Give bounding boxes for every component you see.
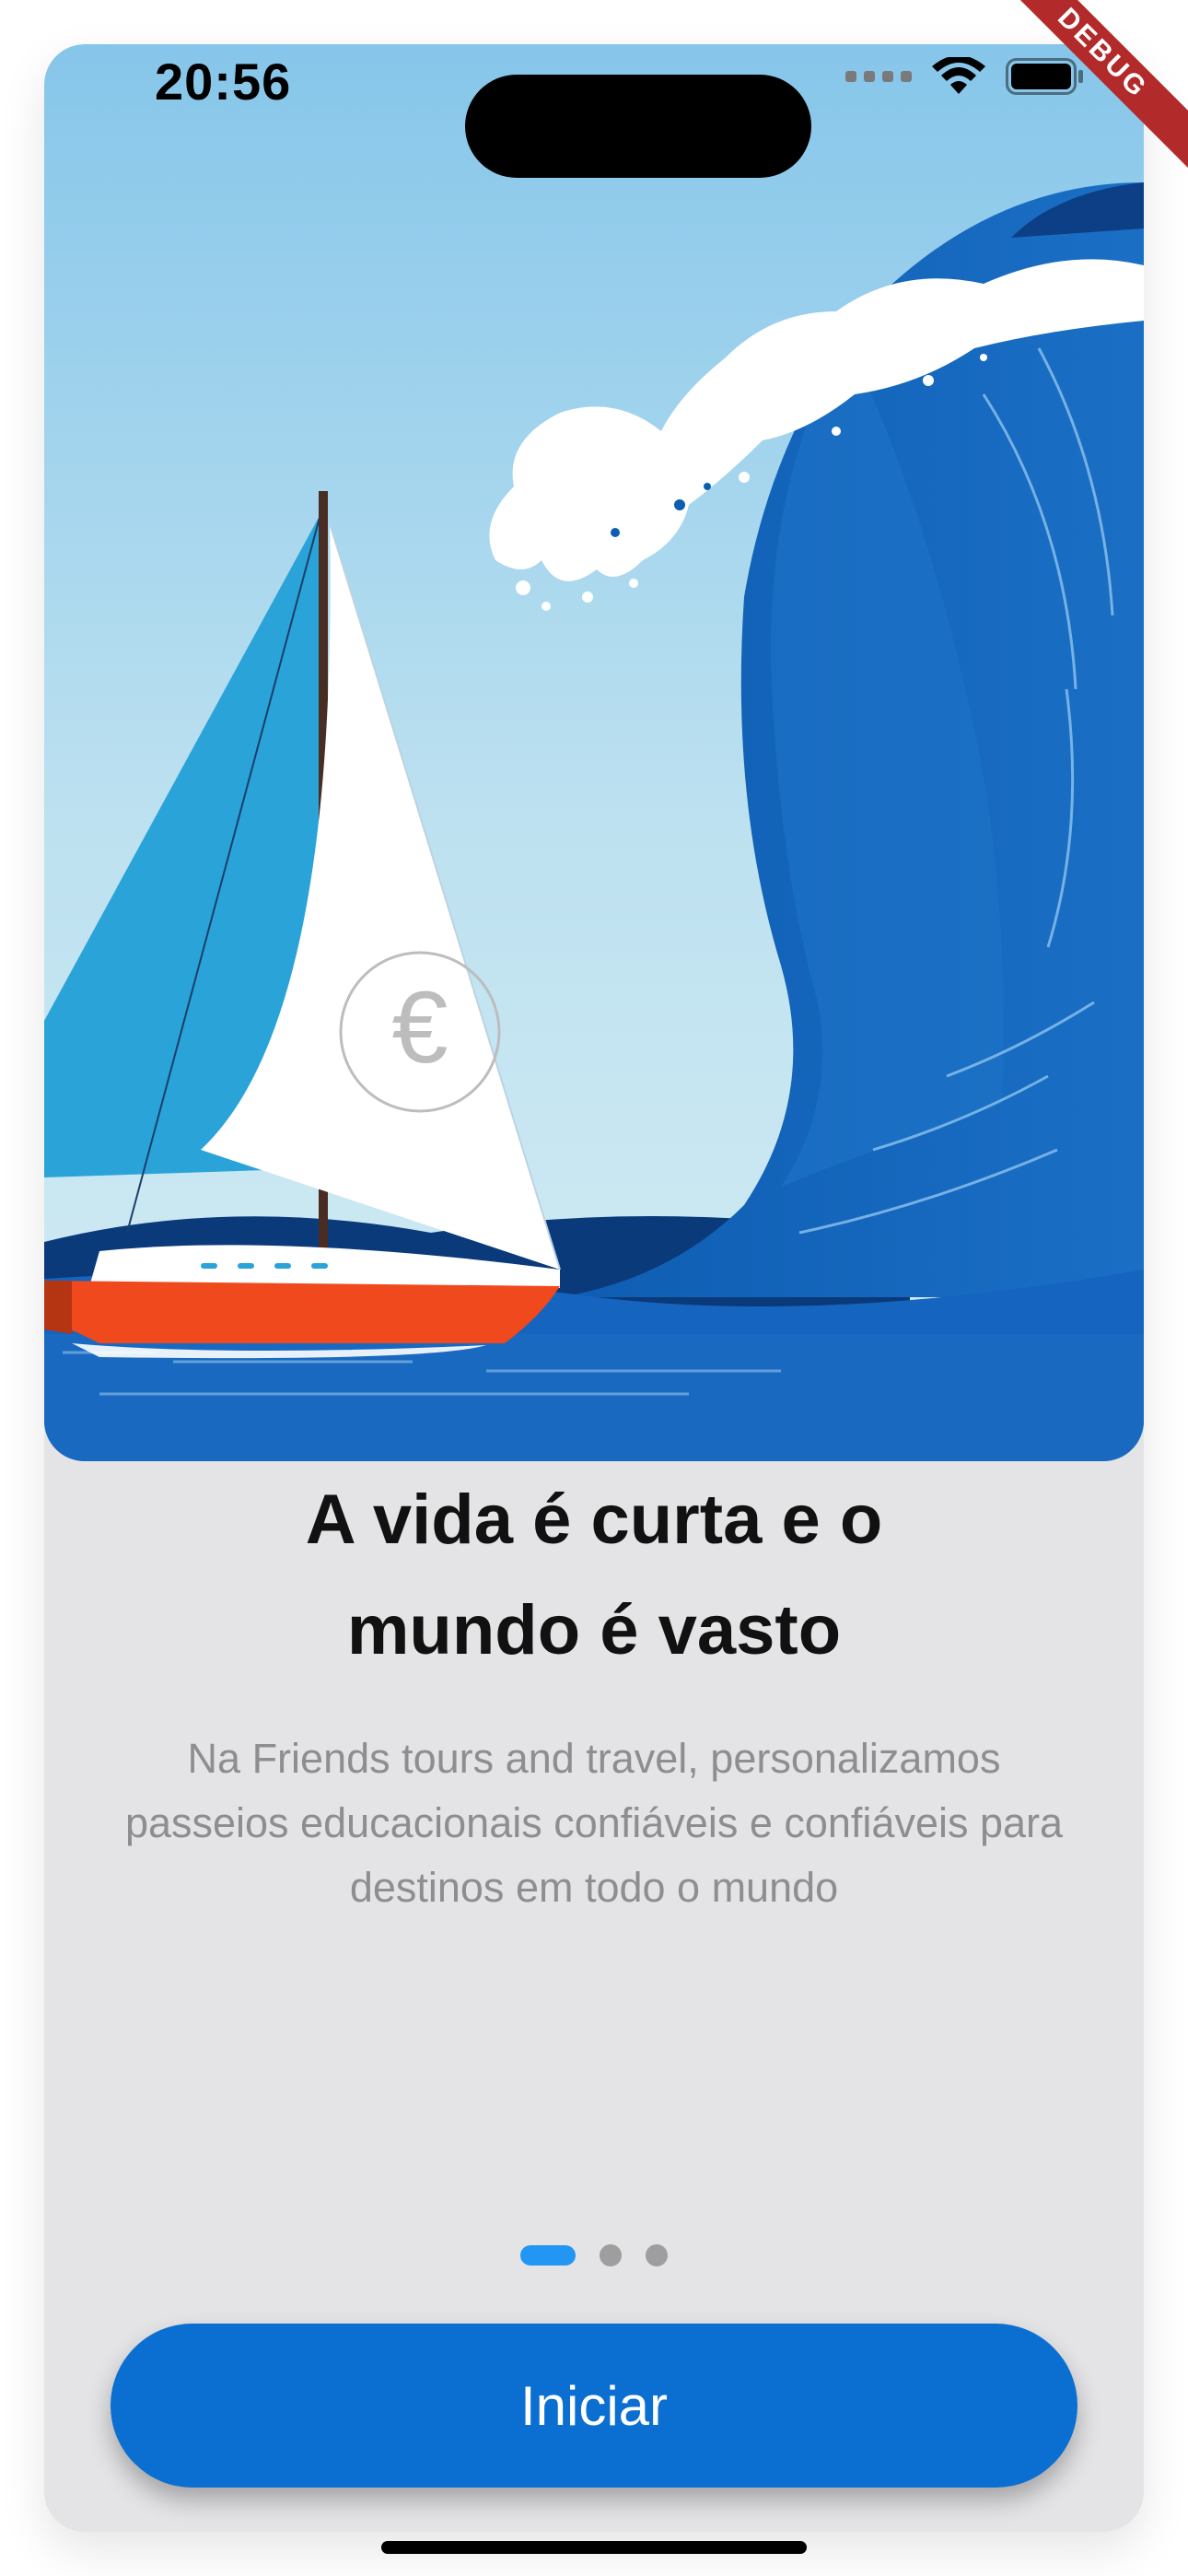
battery-icon — [1006, 58, 1083, 95]
home-indicator — [381, 2541, 807, 2554]
wifi-icon — [932, 57, 985, 94]
page-indicator-dot[interactable] — [646, 2244, 668, 2266]
svg-text:€: € — [391, 971, 448, 1084]
onboarding-screen: DEBUG € 20:56 A vida é curta e o mundo é… — [0, 0, 1188, 2576]
onboarding-description: Na Friends tours and travel, personaliza… — [124, 1735, 1064, 1911]
dynamic-island — [465, 75, 811, 178]
onboarding-card: € — [44, 44, 1144, 2532]
onboarding-title: A vida é curta e o mundo é vasto — [0, 1465, 1188, 1686]
status-icons — [845, 57, 1085, 96]
onboarding-title-text: A vida é curta e o mundo é vasto — [305, 1481, 883, 1669]
page-indicator-dot-active[interactable] — [520, 2245, 576, 2266]
sailboat-wave-illustration: € — [44, 44, 1144, 1461]
start-button[interactable]: Iniciar — [111, 2324, 1077, 2488]
hero-illustration: € — [44, 44, 1144, 1461]
cellular-signal-icon — [845, 71, 912, 82]
status-time: 20:56 — [155, 53, 292, 111]
page-indicator — [0, 2244, 1188, 2266]
page-indicator-dot[interactable] — [600, 2244, 622, 2266]
